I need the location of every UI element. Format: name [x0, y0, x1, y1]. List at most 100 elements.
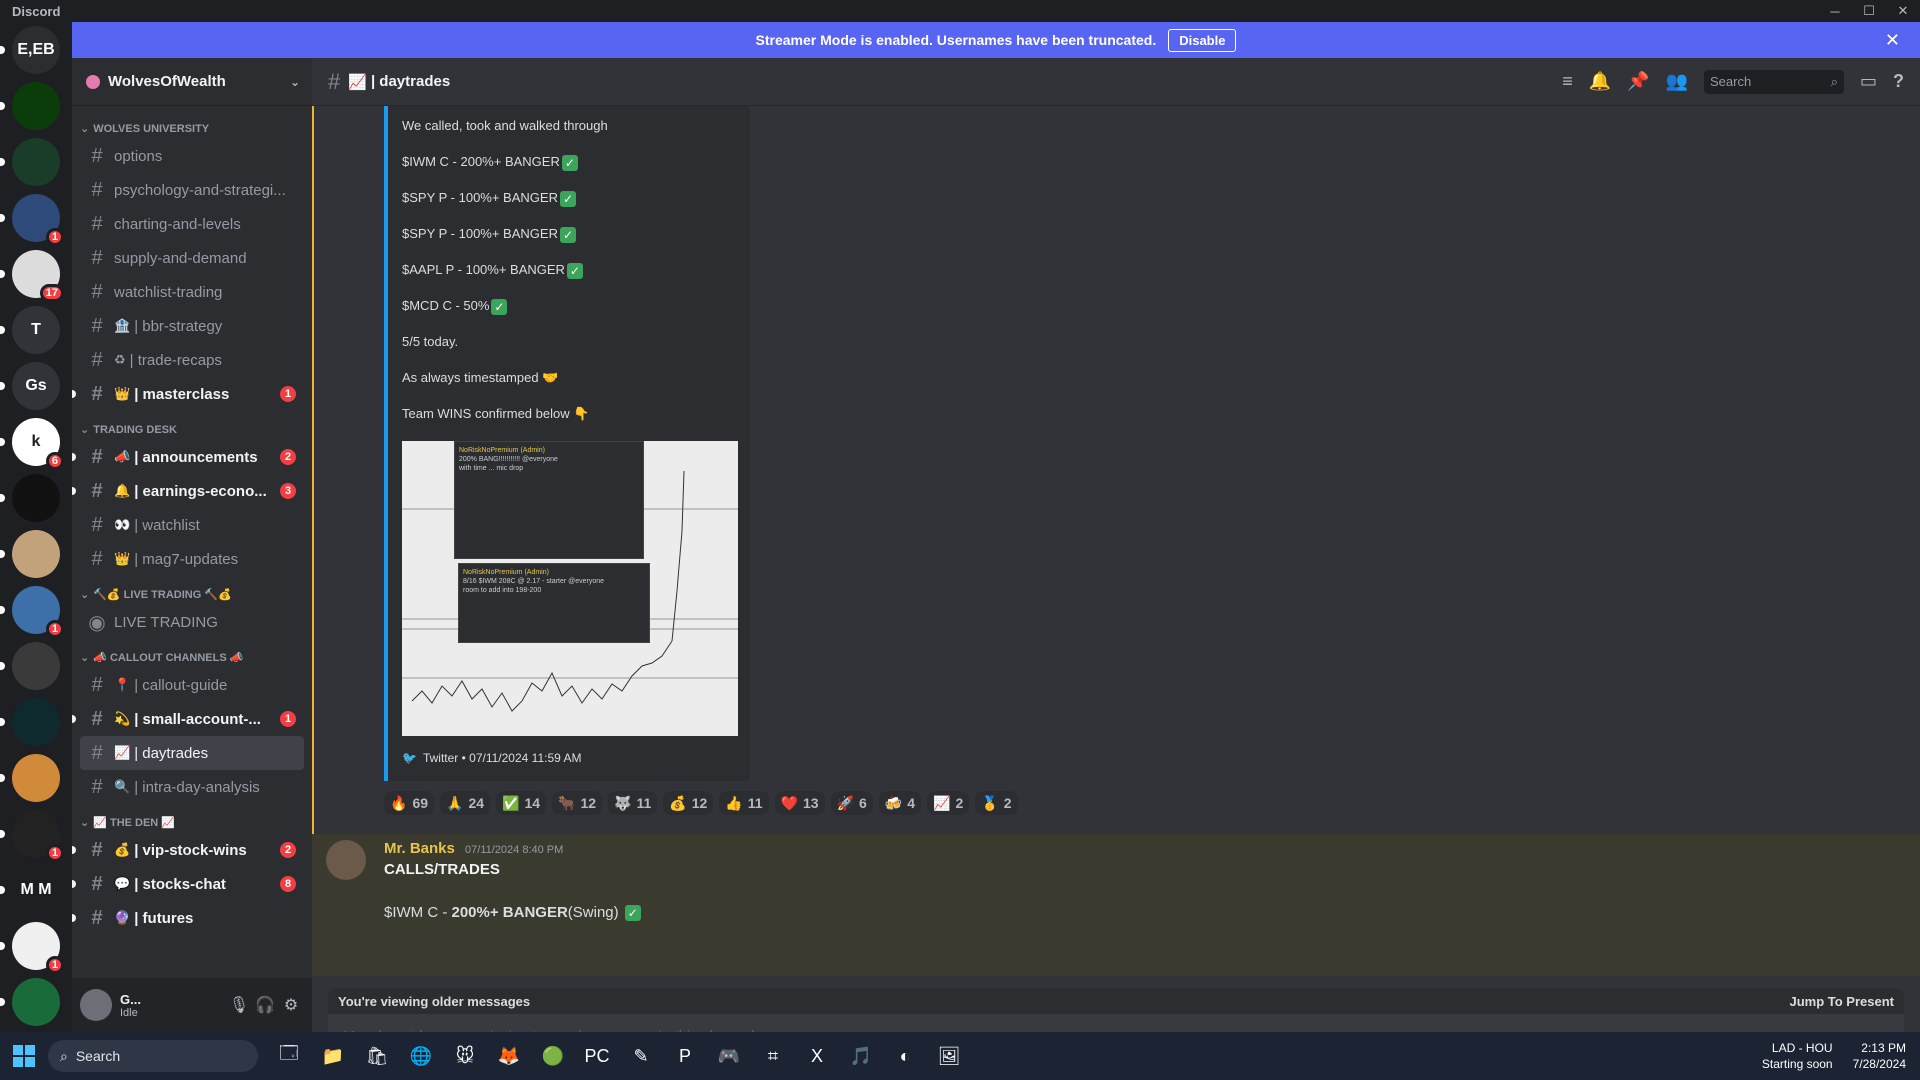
taskbar-app-icon[interactable]: 🦊: [490, 1037, 528, 1075]
server-icon[interactable]: E,EB: [12, 26, 60, 74]
bell-icon[interactable]: 🔔: [1589, 71, 1611, 92]
channel-category[interactable]: ⌄ WOLVES UNIVERSITY: [80, 110, 304, 139]
microphone-icon[interactable]: 🎙: [226, 995, 252, 1015]
channel-item[interactable]: # 💰 | vip-stock-wins 2: [72, 833, 304, 867]
server-item[interactable]: [0, 134, 72, 190]
taskbar-app-icon[interactable]: 🎵: [842, 1037, 880, 1075]
channel-item[interactable]: # 📣 | announcements 2: [72, 440, 304, 474]
channel-category[interactable]: ⌄ 🔨💰 LIVE TRADING 🔨💰: [80, 576, 304, 605]
channel-item[interactable]: # watchlist-trading: [80, 275, 304, 309]
server-item[interactable]: Gs: [0, 358, 72, 414]
server-icon[interactable]: [12, 642, 60, 690]
reaction[interactable]: 🍻 4: [878, 791, 922, 815]
pin-icon[interactable]: 📌: [1627, 71, 1649, 92]
reaction[interactable]: ✅ 14: [496, 791, 547, 815]
taskbar-app-icon[interactable]: P: [666, 1037, 704, 1075]
server-icon[interactable]: [12, 474, 60, 522]
channel-item[interactable]: # 👀 | watchlist: [80, 508, 304, 542]
server-item[interactable]: [0, 694, 72, 750]
server-icon[interactable]: [12, 82, 60, 130]
server-item[interactable]: [0, 638, 72, 694]
server-item[interactable]: 17: [0, 246, 72, 302]
server-item[interactable]: 1: [0, 190, 72, 246]
taskbar-app-icon[interactable]: 🌐: [402, 1037, 440, 1075]
taskbar-app-icon[interactable]: 🗔: [270, 1037, 308, 1075]
server-icon[interactable]: 1: [12, 194, 64, 246]
disable-streamer-button[interactable]: Disable: [1168, 28, 1237, 52]
server-icon[interactable]: [12, 138, 60, 186]
taskbar-app-icon[interactable]: 🛍: [358, 1037, 396, 1075]
taskbar-app-icon[interactable]: ⌗: [754, 1037, 792, 1075]
gear-icon[interactable]: ⚙: [278, 995, 304, 1015]
threads-icon[interactable]: ≡: [1562, 71, 1573, 92]
taskbar-app-icon[interactable]: PC: [578, 1037, 616, 1075]
avatar[interactable]: [80, 989, 112, 1021]
server-icon[interactable]: Gs: [12, 362, 60, 410]
channel-item[interactable]: # charting-and-levels: [80, 207, 304, 241]
clock[interactable]: 2:13 PM 7/28/2024: [1853, 1040, 1906, 1072]
close-window-icon[interactable]: ✕: [1886, 0, 1920, 22]
channel-item[interactable]: # 📈 | daytrades: [80, 736, 304, 770]
channel-category[interactable]: ⌄ TRADING DESK: [80, 411, 304, 440]
channel-item[interactable]: # 👑 | masterclass 1: [72, 377, 304, 411]
server-icon[interactable]: 17: [12, 250, 64, 302]
server-icon[interactable]: [12, 530, 60, 578]
server-icon[interactable]: [12, 698, 60, 746]
server-header[interactable]: WolvesOfWealth ⌄: [72, 58, 312, 106]
avatar[interactable]: [326, 840, 366, 880]
server-icon[interactable]: [12, 754, 60, 802]
server-item[interactable]: k6: [0, 414, 72, 470]
inbox-icon[interactable]: ▭: [1860, 71, 1877, 92]
taskbar-app-icon[interactable]: 🐭: [446, 1037, 484, 1075]
channel-item[interactable]: # 👑 | mag7-updates: [80, 542, 304, 576]
headphones-icon[interactable]: 🎧: [252, 995, 278, 1015]
server-item[interactable]: 1: [0, 918, 72, 974]
taskbar-search[interactable]: ⌕ Search: [48, 1040, 258, 1072]
server-item[interactable]: T: [0, 302, 72, 358]
server-icon[interactable]: M M: [12, 866, 60, 914]
reaction[interactable]: 🥇 2: [975, 791, 1018, 815]
weather-widget[interactable]: LAD - HOU Starting soon: [1762, 1040, 1833, 1072]
help-icon[interactable]: ?: [1893, 71, 1904, 92]
channel-item[interactable]: # 🔔 | earnings-econo... 3: [72, 474, 304, 508]
taskbar-app-icon[interactable]: 🎮: [710, 1037, 748, 1075]
message-author[interactable]: Mr. Banks: [384, 840, 455, 857]
jump-to-present-button[interactable]: Jump To Present: [1789, 994, 1894, 1009]
reaction[interactable]: ❤️ 13: [774, 791, 825, 815]
reaction[interactable]: 🐺 11: [608, 791, 658, 815]
maximize-icon[interactable]: ☐: [1852, 0, 1886, 22]
channel-item[interactable]: # 🏦 | bbr-strategy: [80, 309, 304, 343]
channel-item[interactable]: # 💬 | stocks-chat 8: [72, 867, 304, 901]
taskbar-app-icon[interactable]: 🖼: [930, 1037, 968, 1075]
server-item[interactable]: M M: [0, 862, 72, 918]
reaction[interactable]: 🐂 12: [552, 791, 603, 815]
reaction[interactable]: 🙏 24: [440, 791, 491, 815]
server-item[interactable]: 1: [0, 806, 72, 862]
server-item[interactable]: [0, 78, 72, 134]
chevron-down-icon[interactable]: ⌄: [290, 75, 300, 89]
reaction[interactable]: 🚀 6: [830, 791, 873, 815]
windows-start-icon[interactable]: [0, 1032, 48, 1080]
channel-item[interactable]: # 🔍 | intra-day-analysis: [80, 770, 304, 804]
channel-category[interactable]: ⌄ 📈 THE DEN 📈: [80, 804, 304, 833]
server-item[interactable]: [0, 526, 72, 582]
search-input[interactable]: Search ⌕: [1703, 69, 1844, 94]
members-icon[interactable]: 👥: [1666, 71, 1688, 92]
server-icon[interactable]: 1: [12, 810, 64, 862]
server-item[interactable]: [0, 974, 72, 1030]
reaction[interactable]: 🔥 69: [384, 791, 435, 815]
server-icon[interactable]: T: [12, 306, 60, 354]
taskbar-app-icon[interactable]: X: [798, 1037, 836, 1075]
server-item[interactable]: [0, 470, 72, 526]
taskbar-app-icon[interactable]: ◐: [886, 1037, 924, 1075]
server-item[interactable]: [0, 750, 72, 806]
server-item[interactable]: 1: [0, 582, 72, 638]
taskbar-app-icon[interactable]: 📁: [314, 1037, 352, 1075]
embed-image[interactable]: NoRiskNoPremium (Admin) 200% BANG!!!!!!!…: [402, 441, 738, 736]
taskbar-app-icon[interactable]: ✎: [622, 1037, 660, 1075]
channel-item[interactable]: # psychology-and-strategi...: [80, 173, 304, 207]
reaction[interactable]: 📈 2: [927, 791, 970, 815]
channel-item[interactable]: # 🔮 | futures: [72, 901, 304, 935]
reaction[interactable]: 💰 12: [663, 791, 714, 815]
server-icon[interactable]: [12, 978, 60, 1026]
